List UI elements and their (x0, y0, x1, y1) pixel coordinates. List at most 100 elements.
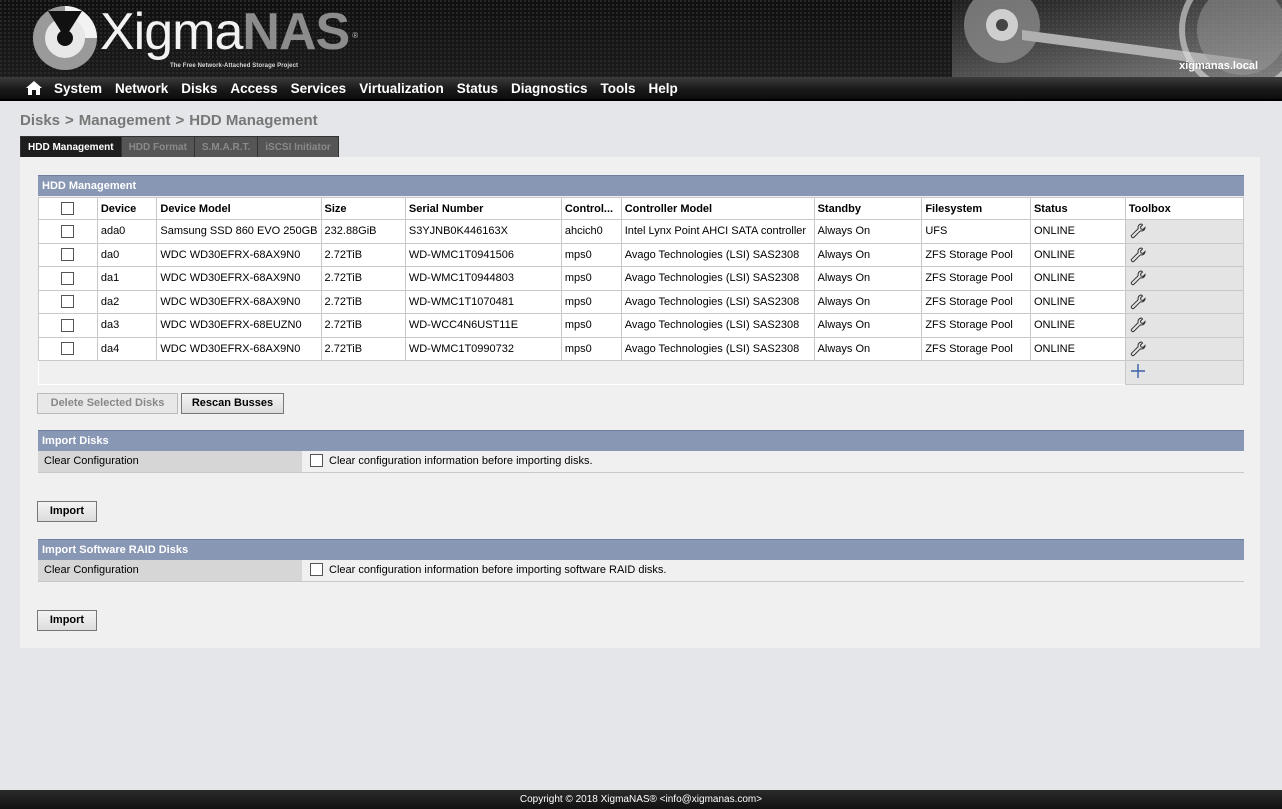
tab-hdd-management[interactable]: HDD Management (20, 136, 122, 158)
cell-size: 2.72TiB (320, 336, 406, 361)
row-checkbox[interactable] (61, 295, 75, 309)
cell-device-model: WDC WD30EFRX-68AX9N0 (156, 266, 322, 291)
import-raid-button[interactable]: Import (37, 610, 97, 631)
cell-device-model: WDC WD30EFRX-68AX9N0 (156, 242, 322, 267)
cell-filesystem: ZFS Storage Pool (921, 242, 1031, 267)
wrench-icon[interactable] (1130, 270, 1146, 286)
row-select-cell (38, 242, 98, 267)
cell-size: 2.72TiB (320, 289, 406, 314)
cell-controller-model: Avago Technologies (LSI) SAS2308 (620, 266, 815, 291)
table-row: da2 WDC WD30EFRX-68AX9N0 2.72TiB WD-WMC1… (38, 289, 1245, 314)
import-disks-section-title: Import Disks (38, 430, 1244, 451)
row-checkbox[interactable] (61, 318, 75, 332)
cell-device: da3 (96, 313, 158, 338)
home-icon[interactable] (26, 81, 42, 95)
tab-iscsi-initiator[interactable]: iSCSI Initiator (258, 136, 339, 158)
hdd-management-section-title: HDD Management (38, 175, 1244, 196)
wrench-icon[interactable] (1130, 341, 1146, 357)
column-header-filesystem: Filesystem (921, 197, 1031, 220)
cell-toolbox (1124, 219, 1245, 244)
nav-diagnostics[interactable]: Diagnostics (511, 81, 588, 96)
hdd-table-body: ada0 Samsung SSD 860 EVO 250GB 232.88GiB… (38, 219, 1245, 385)
nav-status[interactable]: Status (457, 81, 498, 96)
delete-selected-disks-button[interactable]: Delete Selected Disks (37, 393, 178, 414)
cell-serial-number: WD-WMC1T0941506 (404, 242, 562, 267)
cell-toolbox (1124, 313, 1245, 338)
column-header-serial-number: Serial Number (404, 197, 562, 220)
cell-device-model: Samsung SSD 860 EVO 250GB (156, 219, 322, 244)
rescan-busses-button[interactable]: Rescan Busses (181, 393, 284, 414)
clear-configuration-raid-text: Clear configuration information before i… (329, 564, 667, 576)
logo-text-xigma: Xigma (100, 3, 243, 61)
row-select-cell (38, 219, 98, 244)
cell-toolbox (1124, 289, 1245, 314)
cell-serial-number: WD-WMC1T1070481 (404, 289, 562, 314)
cell-controller: mps0 (560, 289, 622, 314)
nav-disks[interactable]: Disks (181, 81, 217, 96)
tab-bar: HDD Management HDD Format S.M.A.R.T. iSC… (20, 136, 339, 158)
column-header-status: Status (1029, 197, 1126, 220)
plus-icon[interactable] (1130, 363, 1146, 379)
nav-network[interactable]: Network (115, 81, 168, 96)
table-header-row: Device Device Model Size Serial Number C… (38, 197, 1245, 220)
cell-device-model: WDC WD30EFRX-68EUZN0 (156, 313, 322, 338)
cell-status: ONLINE (1029, 242, 1126, 267)
cell-standby: Always On (813, 266, 923, 291)
breadcrumb-disks[interactable]: Disks (20, 112, 60, 129)
cell-controller-model: Avago Technologies (LSI) SAS2308 (620, 242, 815, 267)
cell-standby: Always On (813, 336, 923, 361)
cell-toolbox (1124, 266, 1245, 291)
select-all-checkbox[interactable] (61, 202, 75, 215)
column-header-device: Device (96, 197, 158, 220)
cell-controller: mps0 (560, 266, 622, 291)
row-checkbox[interactable] (61, 224, 75, 238)
clear-configuration-label: Clear Configuration (38, 451, 302, 472)
clear-configuration-checkbox[interactable] (310, 453, 323, 467)
tab-smart[interactable]: S.M.A.R.T. (194, 136, 259, 158)
nav-virtualization[interactable]: Virtualization (359, 81, 444, 96)
tab-hdd-format[interactable]: HDD Format (121, 136, 195, 158)
nav-tools[interactable]: Tools (601, 81, 636, 96)
cell-controller: mps0 (560, 313, 622, 338)
cell-size: 2.72TiB (320, 313, 406, 338)
logo-text-nas: NAS (242, 3, 350, 61)
wrench-icon[interactable] (1130, 317, 1146, 333)
wrench-icon[interactable] (1130, 247, 1146, 263)
cell-controller: mps0 (560, 336, 622, 361)
cell-size: 2.72TiB (320, 266, 406, 291)
clear-configuration-option: Clear configuration information before i… (310, 451, 593, 472)
cell-serial-number: WD-WMC1T0944803 (404, 266, 562, 291)
logo-mark-icon (33, 6, 97, 70)
breadcrumb-management[interactable]: Management (79, 112, 171, 129)
cell-device: da1 (96, 266, 158, 291)
column-header-controller: Control... (560, 197, 622, 220)
cell-controller-model: Avago Technologies (LSI) SAS2308 (620, 336, 815, 361)
import-raid-option-row: Clear Configuration Clear configuration … (38, 560, 1244, 582)
hdd-table: Device Device Model Size Serial Number C… (38, 197, 1245, 385)
clear-configuration-raid-label: Clear Configuration (38, 560, 302, 581)
wrench-icon[interactable] (1130, 223, 1146, 239)
row-checkbox[interactable] (61, 248, 75, 262)
add-row (38, 360, 1245, 385)
cell-toolbox (1124, 242, 1245, 267)
cell-device-model: WDC WD30EFRX-68AX9N0 (156, 289, 322, 314)
import-disks-option-row: Clear Configuration Clear configuration … (38, 451, 1244, 473)
wrench-icon[interactable] (1130, 294, 1146, 310)
import-raid-section-title: Import Software RAID Disks (38, 539, 1244, 560)
nav-access[interactable]: Access (230, 81, 277, 96)
nav-services[interactable]: Services (291, 81, 347, 96)
clear-configuration-raid-checkbox[interactable] (310, 562, 323, 576)
nav-system[interactable]: System (54, 81, 102, 96)
cell-controller: mps0 (560, 242, 622, 267)
breadcrumb-separator: > (175, 112, 185, 129)
content-panel: HDD Management Device Device Model Size … (20, 157, 1260, 648)
table-row: da3 WDC WD30EFRX-68EUZN0 2.72TiB WD-WCC4… (38, 313, 1245, 338)
cell-status: ONLINE (1029, 289, 1126, 314)
cell-standby: Always On (813, 313, 923, 338)
cell-controller-model: Intel Lynx Point AHCI SATA controller (620, 219, 815, 244)
nav-help[interactable]: Help (649, 81, 678, 96)
row-checkbox[interactable] (61, 342, 75, 356)
logo-tagline: The Free Network-Attached Storage Projec… (170, 63, 299, 69)
row-checkbox[interactable] (61, 271, 75, 285)
import-disks-button[interactable]: Import (37, 501, 97, 522)
